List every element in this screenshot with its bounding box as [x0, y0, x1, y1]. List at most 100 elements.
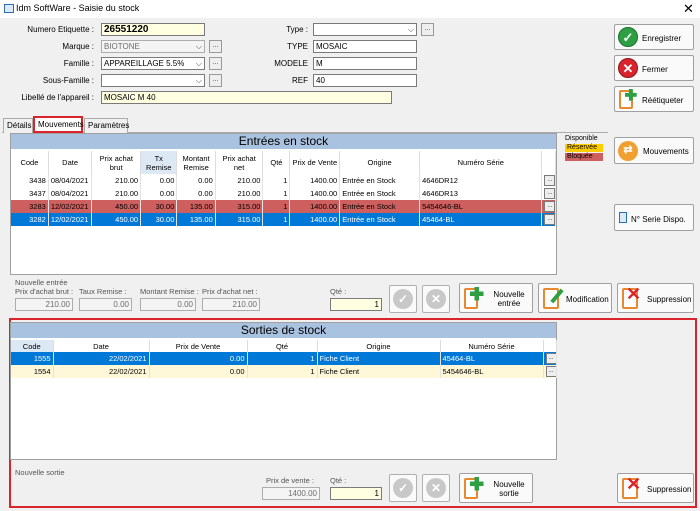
col-origine[interactable]: Origine	[339, 151, 421, 174]
cell-tx-remise: 30.00	[140, 213, 178, 226]
montant-remise-field[interactable]: 0.00	[140, 298, 196, 311]
qte-sortie-field[interactable]: 1	[330, 487, 382, 500]
col-date[interactable]: Date	[53, 340, 150, 352]
col-prix-brut[interactable]: Prix achat brut	[91, 151, 142, 174]
table-row[interactable]: 3437 08/04/2021 210.00 0.00 0.00 210.00 1 1400.…	[11, 187, 556, 200]
nouvelle-entree-button[interactable]: Nouvelle entrée	[459, 283, 533, 313]
prix-vente-field[interactable]: 1400.00	[262, 487, 320, 500]
row-ellipsis-button[interactable]: ...	[544, 201, 555, 212]
serie-dispo-button[interactable]: N° Serie Dispo.	[614, 204, 694, 231]
nouvelle-entree-line1: Nouvelle	[493, 290, 525, 299]
marque-select[interactable]: BIOTONE ⌵	[101, 40, 205, 53]
numero-field[interactable]: 26551220	[101, 23, 205, 36]
type-label: Type :	[286, 25, 308, 34]
row-ellipsis-button[interactable]: ...	[545, 353, 555, 364]
cell-origine: Fiche Client	[317, 365, 441, 378]
modele-field[interactable]: M	[313, 57, 417, 70]
fermer-button[interactable]: ✕ Fermer	[614, 55, 694, 81]
tab-parametres[interactable]: Paramètres	[84, 118, 129, 133]
enregistrer-label: Enregistrer	[642, 34, 682, 43]
col-prix-vente[interactable]: Prix de Vente	[289, 151, 341, 174]
suppression-sortie-button[interactable]: ✕ Suppression	[617, 473, 694, 503]
sousfamille-select[interactable]: ⌵	[101, 74, 205, 87]
cancel-sortie-button[interactable]: ✕	[422, 474, 450, 502]
sousfamille-ellipsis-button[interactable]: ...	[209, 74, 222, 87]
cell-numero-serie: 5454646-BL	[440, 365, 544, 378]
ref-field[interactable]: 40	[313, 74, 417, 87]
close-icon[interactable]: ✕	[683, 1, 694, 17]
cancel-entree-button[interactable]: ✕	[422, 285, 450, 313]
famille-select[interactable]: APPAREILLAGE 5.5% ⌵	[101, 57, 205, 70]
mouvements-button[interactable]: ⇄ Mouvements	[614, 137, 694, 164]
modification-label: Modification	[566, 295, 609, 304]
cell-code: 3438	[11, 174, 49, 187]
cell-montant-remise: 0.00	[176, 187, 216, 200]
row-ellipsis-button[interactable]: ...	[545, 366, 555, 377]
famille-ellipsis-button[interactable]: ...	[209, 57, 222, 70]
validate-sortie-button[interactable]: ✓	[389, 474, 417, 502]
validate-entree-button[interactable]: ✓	[389, 285, 417, 313]
sorties-title: Sorties de stock	[11, 323, 556, 338]
tab-details[interactable]: Détails	[3, 118, 33, 133]
cell-tx-remise: 0.00	[140, 187, 178, 200]
marque-ellipsis-button[interactable]: ...	[209, 40, 222, 53]
col-qte[interactable]: Qté	[247, 340, 318, 352]
app-icon	[4, 4, 14, 13]
col-tx-remise[interactable]: Tx Remise	[140, 151, 178, 174]
cell-numero-serie: 5454646-BL	[419, 200, 543, 213]
col-origine[interactable]: Origine	[317, 340, 441, 352]
modification-button[interactable]: Modification	[538, 283, 612, 313]
row-ellipsis-button[interactable]: ...	[544, 175, 555, 186]
cell-numero-serie: 45464-BL	[440, 352, 544, 365]
prix-brut-field[interactable]: 210.00	[15, 298, 73, 311]
col-code[interactable]: Code	[11, 340, 54, 352]
tab-mouvements[interactable]: Mouvements	[33, 116, 84, 133]
taux-remise-field[interactable]: 0.00	[79, 298, 132, 311]
cell-date: 12/02/2021	[48, 200, 93, 213]
ref-label: REF	[292, 76, 308, 85]
col-numero-serie[interactable]: Numéro Série	[440, 340, 544, 352]
cell-prix-vente: 0.00	[149, 365, 248, 378]
table-row[interactable]: 3282 12/02/2021 450.00 30.00 135.00 315.00 1 14…	[11, 213, 556, 226]
col-qte[interactable]: Qté	[262, 151, 291, 174]
nouvelle-sortie-label: Nouvelle sortie	[15, 468, 65, 477]
cell-prix-vente: 0.00	[149, 352, 248, 365]
nouvelle-entree-line2: entrée	[497, 299, 521, 308]
modele-label: MODELE	[274, 59, 308, 68]
table-row[interactable]: 3283 12/02/2021 450.00 30.00 135.00 315.00 1 14…	[11, 200, 556, 213]
col-code[interactable]: Code	[11, 151, 49, 174]
cell-origine: Entrée en Stock	[339, 213, 421, 226]
col-prix-vente[interactable]: Prix de Vente	[149, 340, 248, 352]
row-ellipsis-button[interactable]: ...	[544, 214, 555, 225]
cell-date: 08/04/2021	[48, 187, 93, 200]
table-row[interactable]: 1554 22/02/2021 0.00 1 Fiche Client 5454646-B…	[11, 365, 557, 378]
delete-x-icon: ✕	[626, 284, 642, 304]
cell-numero-serie: 4646DR12	[419, 174, 543, 187]
reetiqueter-button[interactable]: Réétiqueter	[614, 86, 694, 112]
cell-montant-remise: 135.00	[176, 200, 216, 213]
enregistrer-button[interactable]: ✓ Enregistrer	[614, 24, 694, 50]
row-ellipsis-button[interactable]: ...	[544, 188, 555, 199]
qte-entree-field[interactable]: 1	[330, 298, 382, 311]
mouvements-label: Mouvements	[643, 147, 689, 156]
table-row[interactable]: 3438 08/04/2021 210.00 0.00 0.00 210.00 1 1400.…	[11, 174, 556, 187]
col-date[interactable]: Date	[48, 151, 93, 174]
prix-brut-label: Prix d'achat brut :	[15, 287, 74, 296]
suppression-entree-button[interactable]: ✕ Suppression	[617, 283, 694, 313]
type-select[interactable]: ⌵	[313, 23, 417, 36]
table-row[interactable]: 1555 22/02/2021 0.00 1 Fiche Client 45464-BL.…	[11, 352, 557, 365]
nouvelle-sortie-button[interactable]: Nouvelle sortie	[459, 473, 533, 503]
sorties-grid: Sorties de stock Code Date Prix de Vente…	[10, 322, 557, 460]
prix-vente-label: Prix de vente :	[266, 476, 314, 485]
type2-field[interactable]: MOSAIC	[313, 40, 417, 53]
type-ellipsis-button[interactable]: ...	[421, 23, 434, 36]
prix-net-field[interactable]: 210.00	[202, 298, 260, 311]
cell-date: 12/02/2021	[48, 213, 93, 226]
cell-prix-net: 210.00	[215, 187, 264, 200]
cell-qte: 1	[247, 352, 318, 365]
libelle-field[interactable]: MOSAIC M 40	[101, 91, 392, 104]
type2-label: TYPE	[287, 42, 308, 51]
col-prix-net[interactable]: Prix achat net	[215, 151, 264, 174]
col-numero-serie[interactable]: Numéro Série	[419, 151, 543, 174]
col-montant-remise[interactable]: Montant Remise	[176, 151, 216, 174]
